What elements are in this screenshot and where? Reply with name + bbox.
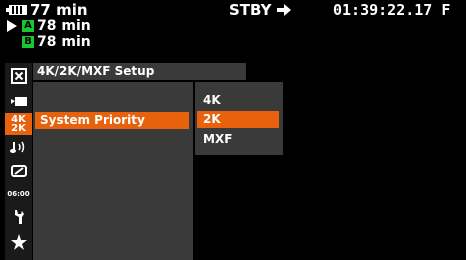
- submenu-item-mxf[interactable]: MXF: [197, 131, 279, 148]
- timecode: 01:39:22.17 F: [333, 1, 451, 19]
- star-icon[interactable]: [5, 231, 32, 253]
- main-menu-panel: System Priority: [33, 82, 193, 260]
- menu-title-bar: 4K/2K/MXF Setup: [33, 63, 246, 80]
- quality-bottom-text: 2K: [11, 123, 26, 134]
- submenu-item-2k[interactable]: 2K: [197, 111, 279, 128]
- mode-label: STBY: [229, 1, 272, 19]
- media-a-badge: A: [22, 20, 34, 32]
- submenu-panel: 4K 2K MXF: [195, 82, 283, 155]
- battery-icon: [6, 5, 27, 15]
- media-a-time: 78 min: [37, 18, 91, 34]
- submenu-item-label: MXF: [203, 132, 233, 146]
- menu-item-system-priority[interactable]: System Priority: [35, 112, 189, 129]
- close-icon[interactable]: [5, 65, 32, 87]
- wrench-icon[interactable]: [5, 206, 32, 228]
- submenu-item-4k[interactable]: 4K: [197, 92, 279, 109]
- submenu-item-label: 4K: [203, 93, 221, 107]
- timecode-icon[interactable]: 06:00: [5, 183, 32, 205]
- arrow-right-icon: [276, 4, 291, 16]
- media-b-time: 78 min: [37, 34, 91, 50]
- play-arrow-icon: [7, 20, 17, 32]
- menu-title: 4K/2K/MXF Setup: [37, 64, 155, 78]
- camera-icon[interactable]: [5, 90, 32, 112]
- display-icon[interactable]: [5, 160, 32, 182]
- submenu-item-label: 2K: [203, 112, 221, 126]
- menu-item-label: System Priority: [40, 113, 145, 127]
- menu-sidebar: 4K 2K 06:00: [5, 63, 32, 260]
- media-b-badge: B: [22, 36, 34, 48]
- 4k-2k-icon[interactable]: 4K 2K: [5, 113, 32, 135]
- audio-icon[interactable]: [5, 136, 32, 158]
- record-time-remaining: 77 min: [30, 1, 88, 19]
- standby-status: STBY: [229, 2, 291, 18]
- timecode-icon-text: 06:00: [7, 190, 30, 198]
